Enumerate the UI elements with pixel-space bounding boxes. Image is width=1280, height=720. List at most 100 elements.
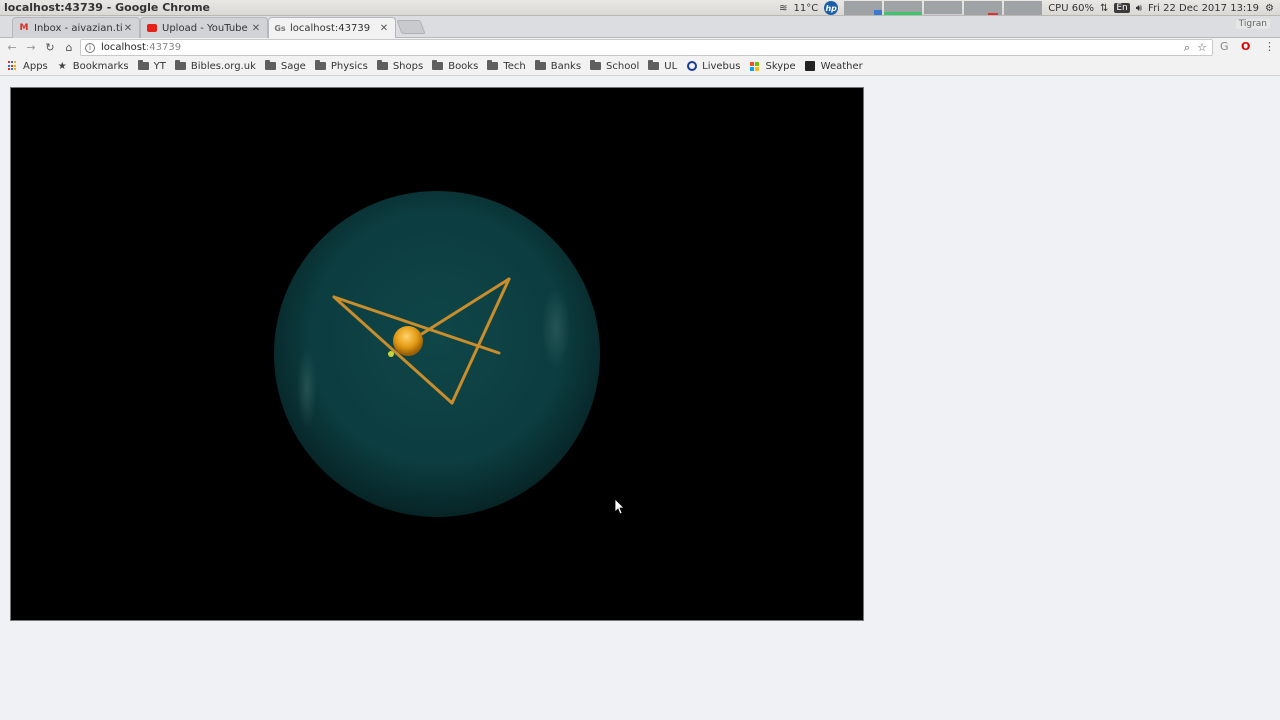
system-monitor-graphs[interactable] (844, 1, 1043, 15)
folder-icon (376, 60, 388, 71)
cpu-graph (844, 1, 883, 15)
bookmark-label: Skype (765, 60, 796, 72)
menu-dots-icon[interactable]: ⋮ (1264, 40, 1275, 53)
folder-icon (487, 60, 499, 71)
forward-arrow-icon[interactable]: → (24, 41, 38, 55)
clock[interactable]: Fri 22 Dec 2017 13:19 (1148, 3, 1259, 14)
load-graph (1004, 1, 1043, 15)
opera-extension-icon[interactable]: O (1241, 40, 1250, 53)
folder-icon (648, 60, 660, 71)
network-graph (924, 1, 963, 15)
tab-strip: M Inbox - aivazian.tig ✕ Upload - YouTub… (0, 16, 1280, 38)
url-host: localhost (101, 42, 146, 53)
keyboard-layout[interactable]: En (1114, 3, 1130, 13)
profile-button[interactable]: Tigran (1235, 19, 1270, 29)
info-icon[interactable]: i (85, 42, 95, 53)
new-tab-button[interactable] (396, 20, 426, 34)
close-icon[interactable]: ✕ (379, 23, 389, 34)
webgl-canvas[interactable] (10, 87, 864, 621)
weather-icon (805, 61, 816, 71)
bookmark-star-icon[interactable]: ☆ (1197, 41, 1207, 54)
apps-icon (7, 61, 18, 71)
swap-graph (964, 1, 1003, 15)
weather-temp[interactable]: 11°C (793, 3, 818, 14)
volume-icon[interactable]: 🔊︎ (1136, 3, 1142, 14)
bookmark-folder-sage[interactable]: Sage (264, 60, 306, 72)
bookmark-folder-physics[interactable]: Physics (314, 60, 368, 72)
bookmark-label: Banks (550, 60, 582, 72)
bookmark-folder-books[interactable]: Books (432, 60, 479, 72)
reload-icon[interactable]: ↻ (43, 41, 57, 55)
bookmark-folder-school[interactable]: School (590, 60, 640, 72)
bookmark-label: Shops (392, 60, 424, 72)
bookmark-label: School (606, 60, 640, 72)
url-port: :43739 (145, 42, 182, 53)
folder-icon (264, 60, 276, 71)
bookmark-label: Tech (503, 60, 526, 72)
tab-gmail-inbox[interactable]: M Inbox - aivazian.tig ✕ (12, 17, 140, 38)
bookmark-label: Books (448, 60, 479, 72)
browser-toolbar: ← → ↻ ⌂ i localhost:43739 ⌕ ☆ G O ⋮ (0, 38, 1280, 57)
gmail-icon: M (19, 23, 29, 33)
tab-localhost[interactable]: Gs localhost:43739 ✕ (268, 17, 396, 38)
mouse-cursor-icon (614, 498, 625, 515)
page-content (0, 77, 1280, 720)
bookmark-label: Apps (23, 60, 48, 72)
bookmark-skype[interactable]: Skype (749, 60, 796, 72)
bookmark-folder-shops[interactable]: Shops (376, 60, 424, 72)
bookmark-apps[interactable]: Apps (7, 61, 48, 72)
os-top-panel: localhost:43739 - Google Chrome ≋ 11°C h… (0, 0, 1280, 16)
settings-gear-icon[interactable]: ⚙ (1265, 3, 1274, 14)
tab-youtube-upload[interactable]: Upload - YouTube ✕ (140, 17, 268, 38)
close-icon[interactable]: ✕ (251, 23, 261, 34)
small-marker (388, 351, 394, 357)
bookmark-label: Bookmarks (72, 60, 129, 72)
bookmarks-bar: Apps ★ Bookmarks YT Bibles.org.uk Sage P… (0, 57, 1280, 76)
bookmark-bookmarks[interactable]: ★ Bookmarks (57, 61, 129, 72)
tab-title: localhost:43739 (290, 22, 371, 34)
folder-icon (314, 60, 326, 71)
bookmark-folder-banks[interactable]: Banks (534, 60, 582, 72)
folder-icon (432, 60, 444, 71)
page-icon: Gs (274, 23, 286, 33)
folder-icon (174, 60, 186, 71)
bookmark-folder-bibles[interactable]: Bibles.org.uk (174, 60, 256, 72)
star-icon: ★ (57, 60, 67, 72)
bookmark-label: Physics (330, 60, 368, 72)
bookmark-folder-yt[interactable]: YT (137, 60, 166, 72)
folder-icon (534, 60, 546, 71)
close-icon[interactable]: ✕ (123, 23, 133, 34)
memory-graph (884, 1, 923, 15)
tab-title: Upload - YouTube (162, 22, 248, 34)
cpu-indicator[interactable]: CPU 60% (1048, 3, 1094, 14)
bookmark-livebus[interactable]: Livebus (686, 61, 740, 72)
bookmark-label: Sage (280, 60, 306, 72)
orange-ball (393, 326, 423, 356)
weather-icon[interactable]: ≋ (779, 3, 787, 14)
window-title: localhost:43739 - Google Chrome (4, 1, 211, 14)
skype-icon (749, 61, 760, 71)
home-icon[interactable]: ⌂ (62, 41, 76, 55)
sphere-highlight (542, 288, 570, 368)
back-arrow-icon[interactable]: ← (5, 41, 19, 55)
hp-icon[interactable]: hp (824, 1, 839, 15)
scene-svg (274, 191, 625, 517)
zoom-icon[interactable]: ⌕ (1184, 41, 1190, 55)
bookmark-label: Weather (820, 60, 863, 72)
livebus-icon (686, 61, 697, 71)
address-bar[interactable]: i localhost:43739 ⌕ ☆ (80, 39, 1213, 56)
folder-icon (137, 60, 149, 71)
network-arrows-icon[interactable]: ⇅ (1100, 3, 1108, 14)
sphere-highlight (297, 348, 317, 428)
bookmark-label: YT (153, 60, 166, 72)
tab-title: Inbox - aivazian.tig (34, 22, 123, 34)
google-extension-icon[interactable]: G (1220, 40, 1229, 53)
system-tray: ≋ 11°C hp CPU 60% ⇅ En 🔊︎ Fri 22 Dec 201… (779, 0, 1274, 16)
youtube-icon (147, 23, 157, 33)
folder-icon (590, 60, 602, 71)
bookmark-folder-ul[interactable]: UL (648, 60, 677, 72)
bookmark-folder-tech[interactable]: Tech (487, 60, 526, 72)
bookmark-weather[interactable]: Weather (805, 61, 863, 72)
bookmark-label: Bibles.org.uk (190, 60, 256, 72)
bookmark-label: Livebus (702, 60, 741, 72)
